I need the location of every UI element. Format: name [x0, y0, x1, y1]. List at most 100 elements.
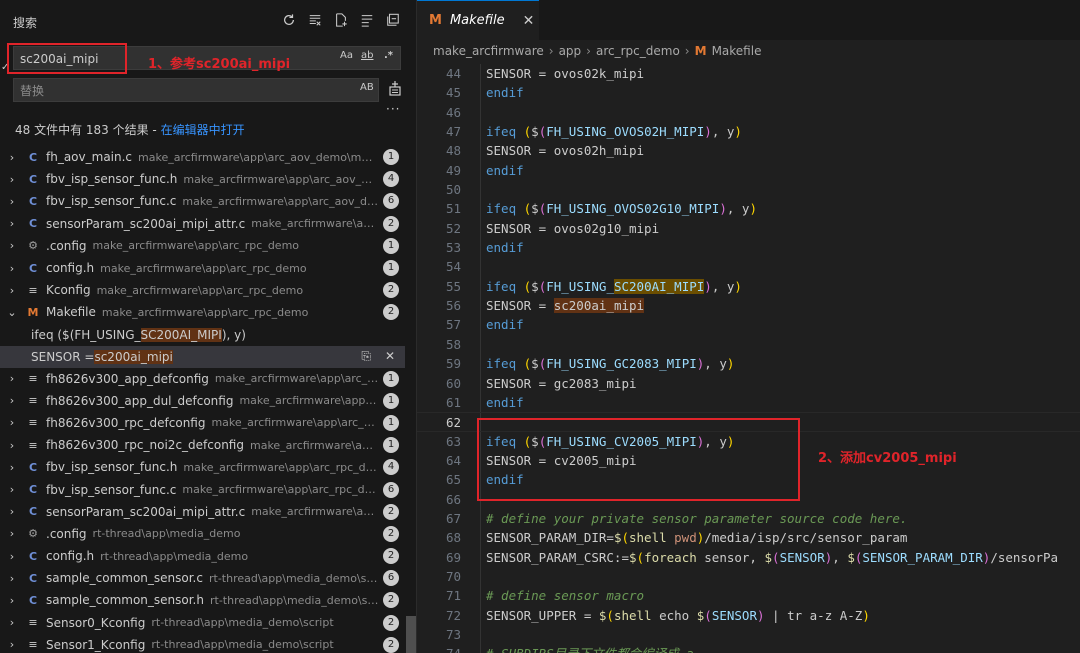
- chevron-right-icon[interactable]: ›: [6, 527, 18, 540]
- text-file-icon: ≡: [28, 438, 38, 452]
- match-count-badge: 1: [383, 370, 399, 387]
- replace-all-icon[interactable]: [384, 80, 406, 100]
- results-scrollbar[interactable]: [406, 616, 416, 653]
- chevron-right-icon[interactable]: ›: [6, 262, 18, 275]
- result-file-row[interactable]: › Cfbv_isp_sensor_func.h make_arcfirmware\…: [0, 168, 405, 190]
- use-regex-option[interactable]: .*: [384, 50, 393, 61]
- tab-makefile[interactable]: M Makefile ✕: [417, 0, 539, 40]
- code-token: ): [756, 607, 765, 623]
- match-whole-word-option[interactable]: ab: [361, 50, 373, 61]
- result-file-name: fbv_isp_sensor_func.c: [46, 194, 177, 209]
- replace-box[interactable]: AB: [13, 78, 379, 102]
- result-file-row[interactable]: ⌄ M Makefile make_arcfirmware\app\arc_rpc_d…: [0, 301, 405, 323]
- line-number: 54: [445, 259, 461, 275]
- breadcrumb-item[interactable]: make_arcfirmware: [433, 44, 544, 58]
- chevron-right-icon[interactable]: ›: [6, 439, 18, 452]
- result-file-row[interactable]: › Cfbv_isp_sensor_func.c make_arcfirmware\…: [0, 478, 405, 500]
- match-case-option[interactable]: Aa: [340, 50, 353, 61]
- match-count-badge: 2: [383, 304, 399, 321]
- chevron-right-icon[interactable]: ›: [6, 638, 18, 651]
- line-text: SENSOR_PARAM_CSRC:=$(foreach sensor, $(S…: [486, 548, 1058, 567]
- result-file-row[interactable]: › Cfbv_isp_sensor_func.c make_arcfirmware\…: [0, 190, 405, 212]
- match-count-badge: 1: [383, 437, 399, 454]
- result-file-row[interactable]: › ≡ fh8626v300_rpc_noi2c_defconfig make_arc…: [0, 434, 405, 456]
- code-token: FH_USING_: [546, 278, 614, 294]
- result-file-row[interactable]: › Cconfig.h rt-thread\app\media_demo 2: [0, 545, 405, 567]
- breadcrumb-item[interactable]: Makefile: [712, 44, 762, 58]
- result-file-row[interactable]: › ≡ Sensor0_Kconfig rt-thread\app\media_dem…: [0, 612, 405, 634]
- preserve-case-option[interactable]: AB: [360, 82, 374, 93]
- more-actions-icon[interactable]: ···: [386, 102, 400, 116]
- line-number: 57: [445, 317, 461, 333]
- result-file-path: rt-thread\app\media_demo\script: [151, 638, 334, 652]
- close-icon[interactable]: ✕: [523, 13, 535, 29]
- code-token: ifeq: [486, 278, 524, 294]
- dismiss-match-icon[interactable]: ✕: [385, 349, 395, 364]
- line-number: 63: [445, 433, 461, 449]
- refresh-icon[interactable]: [280, 11, 298, 29]
- line-number: 47: [445, 124, 461, 140]
- breadcrumb-item[interactable]: arc_rpc_demo: [596, 44, 680, 58]
- chevron-right-icon[interactable]: ›: [6, 195, 18, 208]
- chevron-right-icon: ›: [586, 44, 591, 58]
- result-file-row[interactable]: › CsensorParam_sc200ai_mipi_attr.c make_ar…: [0, 213, 405, 235]
- line-number: 56: [445, 298, 461, 314]
- code-token: SENSOR_PARAM_DIR=: [486, 530, 614, 546]
- result-file-row[interactable]: › ≡ Sensor1_Kconfig rt-thread\app\media_dem…: [0, 634, 405, 653]
- clear-results-icon[interactable]: [306, 11, 324, 29]
- text-file-icon: ≡: [28, 394, 38, 408]
- result-file-row[interactable]: › Cconfig.h make_arcfirmware\app\arc_rpc_d…: [0, 257, 405, 279]
- result-file-name: fbv_isp_sensor_func.h: [46, 460, 178, 475]
- match-line[interactable]: SENSOR = sc200ai_mipi ⎘ ✕: [0, 345, 405, 368]
- replace-match-icon[interactable]: ⎘: [361, 349, 371, 364]
- result-file-row[interactable]: › Cfh_aov_main.c make_arcfirmware\app\arc_…: [0, 146, 405, 168]
- line-number: 72: [445, 607, 461, 623]
- result-file-row[interactable]: › ≡ fh8626v300_app_defconfig make_arcfirmwa…: [0, 368, 405, 390]
- result-file-row[interactable]: › Cfbv_isp_sensor_func.h make_arcfirmware\…: [0, 456, 405, 478]
- result-file-row[interactable]: › ≡ fh8626v300_app_dul_defconfig make_arcfi…: [0, 390, 405, 412]
- chevron-right-icon[interactable]: ›: [6, 416, 18, 429]
- chevron-right-icon[interactable]: ›: [6, 505, 18, 518]
- chevron-right-icon[interactable]: ›: [6, 284, 18, 297]
- result-file-row[interactable]: › Csample_common_sensor.c rt-thread\app\me…: [0, 567, 405, 589]
- collapse-all-icon[interactable]: [384, 11, 402, 29]
- chevron-right-icon[interactable]: ›: [6, 372, 18, 385]
- line-number: 58: [445, 336, 461, 352]
- match-line[interactable]: ifeq ($(FH_USING_ SC200AI_MIPI), y): [0, 324, 405, 346]
- code-token: (: [621, 530, 629, 546]
- chevron-right-icon[interactable]: ›: [6, 594, 18, 607]
- chevron-right-icon[interactable]: ›: [6, 394, 18, 407]
- chevron-right-icon[interactable]: ›: [6, 239, 18, 252]
- code-area[interactable]: 44 SENSOR = ovos02k_mipi 45 endif 46 47 ifeq (…: [417, 64, 1080, 653]
- code-token: ): [749, 201, 757, 217]
- code-line: 56 SENSOR = sc200ai_mipi: [417, 296, 1080, 315]
- result-file-row[interactable]: › ⚙ .config rt-thread\app\media_demo 2: [0, 523, 405, 545]
- code-line: 48 SENSOR = ovos02h_mipi: [417, 141, 1080, 160]
- chevron-down-icon[interactable]: ⌄: [6, 306, 18, 319]
- chevron-right-icon[interactable]: ›: [6, 616, 18, 629]
- breadcrumb-item[interactable]: app: [559, 44, 582, 58]
- chevron-right-icon[interactable]: ›: [6, 483, 18, 496]
- result-file-row[interactable]: › Csample_common_sensor.h rt-thread\app\me…: [0, 589, 405, 611]
- replace-input[interactable]: [20, 82, 320, 100]
- makefile-icon: M: [694, 44, 707, 58]
- chevron-right-icon[interactable]: ›: [6, 217, 18, 230]
- code-token: $: [531, 356, 539, 372]
- chevron-right-icon[interactable]: ›: [6, 173, 18, 186]
- result-file-row[interactable]: › ⚙ .config make_arcfirmware\app\arc_rpc_de…: [0, 235, 405, 257]
- new-search-editor-icon[interactable]: [332, 11, 350, 29]
- result-file-name: Kconfig: [46, 283, 91, 298]
- result-file-name: fh8626v300_app_defconfig: [46, 371, 209, 386]
- result-file-name: Sensor0_Kconfig: [46, 615, 146, 630]
- result-file-row[interactable]: › CsensorParam_sc200ai_mipi_attr.c make_ar…: [0, 501, 405, 523]
- chevron-right-icon[interactable]: ›: [6, 151, 18, 164]
- view-as-tree-icon[interactable]: [358, 11, 376, 29]
- chevron-right-icon[interactable]: ›: [6, 550, 18, 563]
- result-file-row[interactable]: › ≡ Kconfig make_arcfirmware\app\arc_rpc_de…: [0, 279, 405, 301]
- result-file-name: fh_aov_main.c: [46, 150, 133, 165]
- result-file-row[interactable]: › ≡ fh8626v300_rpc_defconfig make_arcfirmwa…: [0, 412, 405, 434]
- open-in-editor-link[interactable]: 在编辑器中打开: [161, 123, 245, 137]
- chevron-right-icon[interactable]: ›: [6, 572, 18, 585]
- chevron-right-icon[interactable]: ›: [6, 461, 18, 474]
- code-token: foreach: [644, 549, 705, 565]
